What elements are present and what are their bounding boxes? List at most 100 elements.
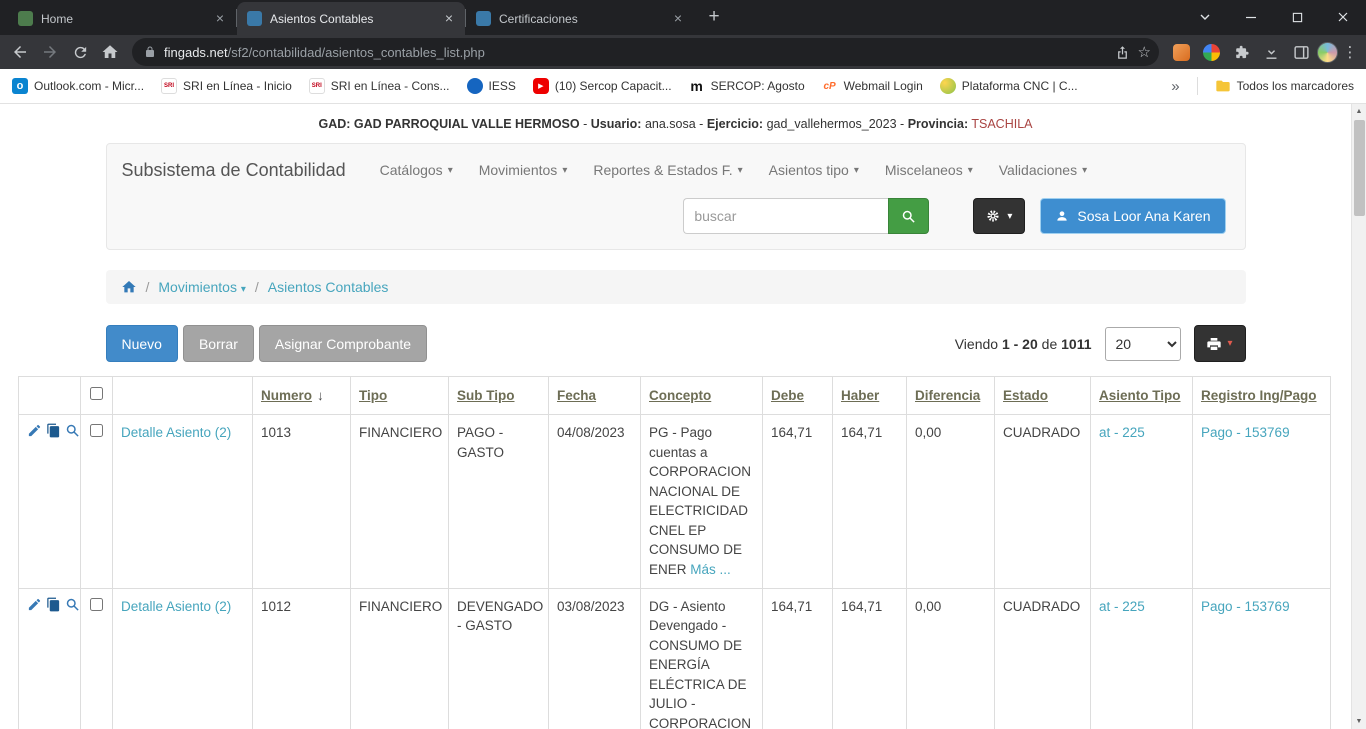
- search-input[interactable]: [683, 198, 888, 234]
- cell-numero: 1013: [253, 415, 351, 589]
- asiento-tipo-link[interactable]: at - 225: [1099, 599, 1145, 614]
- bookmark-sri-inicio[interactable]: SRI SRI en Línea - Inicio: [161, 78, 292, 94]
- back-icon[interactable]: [6, 38, 34, 66]
- mas-link[interactable]: Más ...: [690, 562, 731, 577]
- bookmark-plataforma-cnc[interactable]: Plataforma CNC | C...: [940, 78, 1078, 94]
- col-header-concepto[interactable]: Concepto: [649, 388, 711, 403]
- view-icon[interactable]: [65, 597, 80, 612]
- edit-icon[interactable]: [27, 597, 42, 612]
- cell-concepto: PG - Pago cuentas a CORPORACION NACIONAL…: [641, 415, 763, 589]
- delete-button[interactable]: Borrar: [183, 325, 254, 362]
- chevron-down-icon: ▾: [448, 165, 453, 176]
- profile-avatar[interactable]: [1317, 42, 1338, 63]
- extensions-puzzle-icon[interactable]: [1227, 38, 1255, 66]
- page-size-select[interactable]: 20: [1105, 327, 1181, 361]
- scroll-down-icon[interactable]: ▼: [1352, 714, 1366, 729]
- bookmark-outlook[interactable]: o Outlook.com - Micr...: [12, 78, 144, 94]
- col-header-tipo[interactable]: Tipo: [359, 388, 387, 403]
- bookmark-all-bookmarks[interactable]: Todos los marcadores: [1215, 78, 1354, 94]
- downloads-icon[interactable]: [1257, 38, 1285, 66]
- asiento-tipo-link[interactable]: at - 225: [1099, 425, 1145, 440]
- menu-miscelaneos[interactable]: Miscelaneos ▾: [885, 162, 973, 178]
- col-header-debe[interactable]: Debe: [771, 388, 804, 403]
- bookmark-webmail[interactable]: cP Webmail Login: [822, 78, 923, 94]
- home-icon[interactable]: [96, 38, 124, 66]
- scroll-up-icon[interactable]: ▲: [1352, 104, 1366, 119]
- maximize-button[interactable]: [1274, 0, 1320, 34]
- minimize-button[interactable]: [1228, 0, 1274, 34]
- share-icon[interactable]: [1115, 45, 1130, 60]
- select-all-checkbox[interactable]: [90, 387, 103, 400]
- forward-icon[interactable]: [36, 38, 64, 66]
- bookmarks-overflow-icon[interactable]: »: [1171, 78, 1179, 95]
- row-checkbox[interactable]: [90, 598, 103, 611]
- bookmark-sercop-agosto[interactable]: m SERCOP: Agosto: [689, 78, 805, 94]
- bookmarks-divider: [1197, 77, 1198, 95]
- menu-reportes[interactable]: Reportes & Estados F. ▾: [593, 162, 742, 178]
- page-scrollbar[interactable]: ▲ ▼: [1351, 104, 1366, 729]
- settings-button[interactable]: ▾: [973, 198, 1025, 234]
- copy-icon[interactable]: [46, 423, 61, 438]
- cell-estado: CUADRADO: [995, 588, 1091, 729]
- close-icon[interactable]: ×: [212, 11, 228, 27]
- extension-icon-google[interactable]: [1197, 38, 1225, 66]
- tab-home[interactable]: Home ×: [8, 2, 236, 35]
- col-header-fecha[interactable]: Fecha: [557, 388, 596, 403]
- col-header-asiento-tipo[interactable]: Asiento Tipo: [1099, 388, 1181, 403]
- menu-movimientos[interactable]: Movimientos ▾: [479, 162, 568, 178]
- close-icon[interactable]: ×: [441, 11, 457, 27]
- user-menu-button[interactable]: Sosa Loor Ana Karen: [1040, 198, 1225, 234]
- close-window-button[interactable]: [1320, 0, 1366, 34]
- tab-certificaciones[interactable]: Certificaciones ×: [466, 2, 694, 35]
- side-panel-icon[interactable]: [1287, 38, 1315, 66]
- app-title[interactable]: Subsistema de Contabilidad: [122, 160, 346, 181]
- outlook-icon: o: [12, 78, 28, 94]
- row-checkbox[interactable]: [90, 424, 103, 437]
- chevron-down-icon: ▾: [738, 165, 743, 176]
- bookmark-sri-consultas[interactable]: SRI SRI en Línea - Cons...: [309, 78, 450, 94]
- address-bar[interactable]: fingads.net/sf2/contabilidad/asientos_co…: [132, 38, 1159, 66]
- table-header-row: Numero↓ Tipo Sub Tipo Fecha Concepto Deb…: [19, 377, 1331, 415]
- assign-voucher-button[interactable]: Asignar Comprobante: [259, 325, 427, 362]
- sri-icon: SRI: [161, 78, 177, 94]
- chevron-down-icon: ▾: [562, 165, 567, 176]
- print-button[interactable]: ▾: [1194, 325, 1246, 362]
- col-header-haber[interactable]: Haber: [841, 388, 879, 403]
- detalle-asiento-link[interactable]: Detalle Asiento (2): [121, 425, 231, 440]
- home-breadcrumb-icon[interactable]: [121, 279, 137, 295]
- menu-validaciones[interactable]: Validaciones ▾: [999, 162, 1087, 178]
- col-header-sub-tipo[interactable]: Sub Tipo: [457, 388, 515, 403]
- col-header-registro[interactable]: Registro Ing/Pago: [1201, 388, 1317, 403]
- col-header-numero[interactable]: Numero: [261, 388, 312, 403]
- menu-catalogos[interactable]: Catálogos ▾: [380, 162, 453, 178]
- refresh-icon[interactable]: [66, 38, 94, 66]
- bookmark-sercop-capacit[interactable]: ▶ (10) Sercop Capacit...: [533, 78, 672, 94]
- tab-asientos-contables[interactable]: Asientos Contables ×: [237, 2, 465, 35]
- edit-icon[interactable]: [27, 423, 42, 438]
- url-domain: fingads.net: [164, 45, 228, 60]
- chevron-down-icon[interactable]: [1182, 0, 1228, 34]
- col-header-diferencia[interactable]: Diferencia: [915, 388, 980, 403]
- close-icon[interactable]: ×: [670, 11, 686, 27]
- copy-icon[interactable]: [46, 597, 61, 612]
- bookmark-star-icon[interactable]: ☆: [1138, 45, 1151, 60]
- menu-asientos-tipo[interactable]: Asientos tipo ▾: [769, 162, 859, 178]
- breadcrumb-movimientos[interactable]: Movimientos ▾: [158, 279, 246, 295]
- scrollbar-thumb[interactable]: [1354, 120, 1365, 216]
- printer-icon: [1206, 336, 1222, 352]
- cell-haber: 164,71: [833, 415, 907, 589]
- new-tab-button[interactable]: +: [700, 4, 728, 32]
- asientos-table: Numero↓ Tipo Sub Tipo Fecha Concepto Deb…: [18, 376, 1331, 729]
- detalle-asiento-link[interactable]: Detalle Asiento (2): [121, 599, 231, 614]
- breadcrumb-current[interactable]: Asientos Contables: [268, 279, 389, 295]
- new-button[interactable]: Nuevo: [106, 325, 178, 362]
- chevron-down-icon: ▾: [241, 284, 246, 295]
- search-button[interactable]: [888, 198, 929, 234]
- bookmark-iess[interactable]: IESS: [467, 78, 516, 94]
- view-icon[interactable]: [65, 423, 80, 438]
- extension-icon-orange[interactable]: [1167, 38, 1195, 66]
- col-header-estado[interactable]: Estado: [1003, 388, 1048, 403]
- registro-link[interactable]: Pago - 153769: [1201, 599, 1290, 614]
- browser-menu-icon[interactable]: ⋮: [1340, 43, 1360, 61]
- registro-link[interactable]: Pago - 153769: [1201, 425, 1290, 440]
